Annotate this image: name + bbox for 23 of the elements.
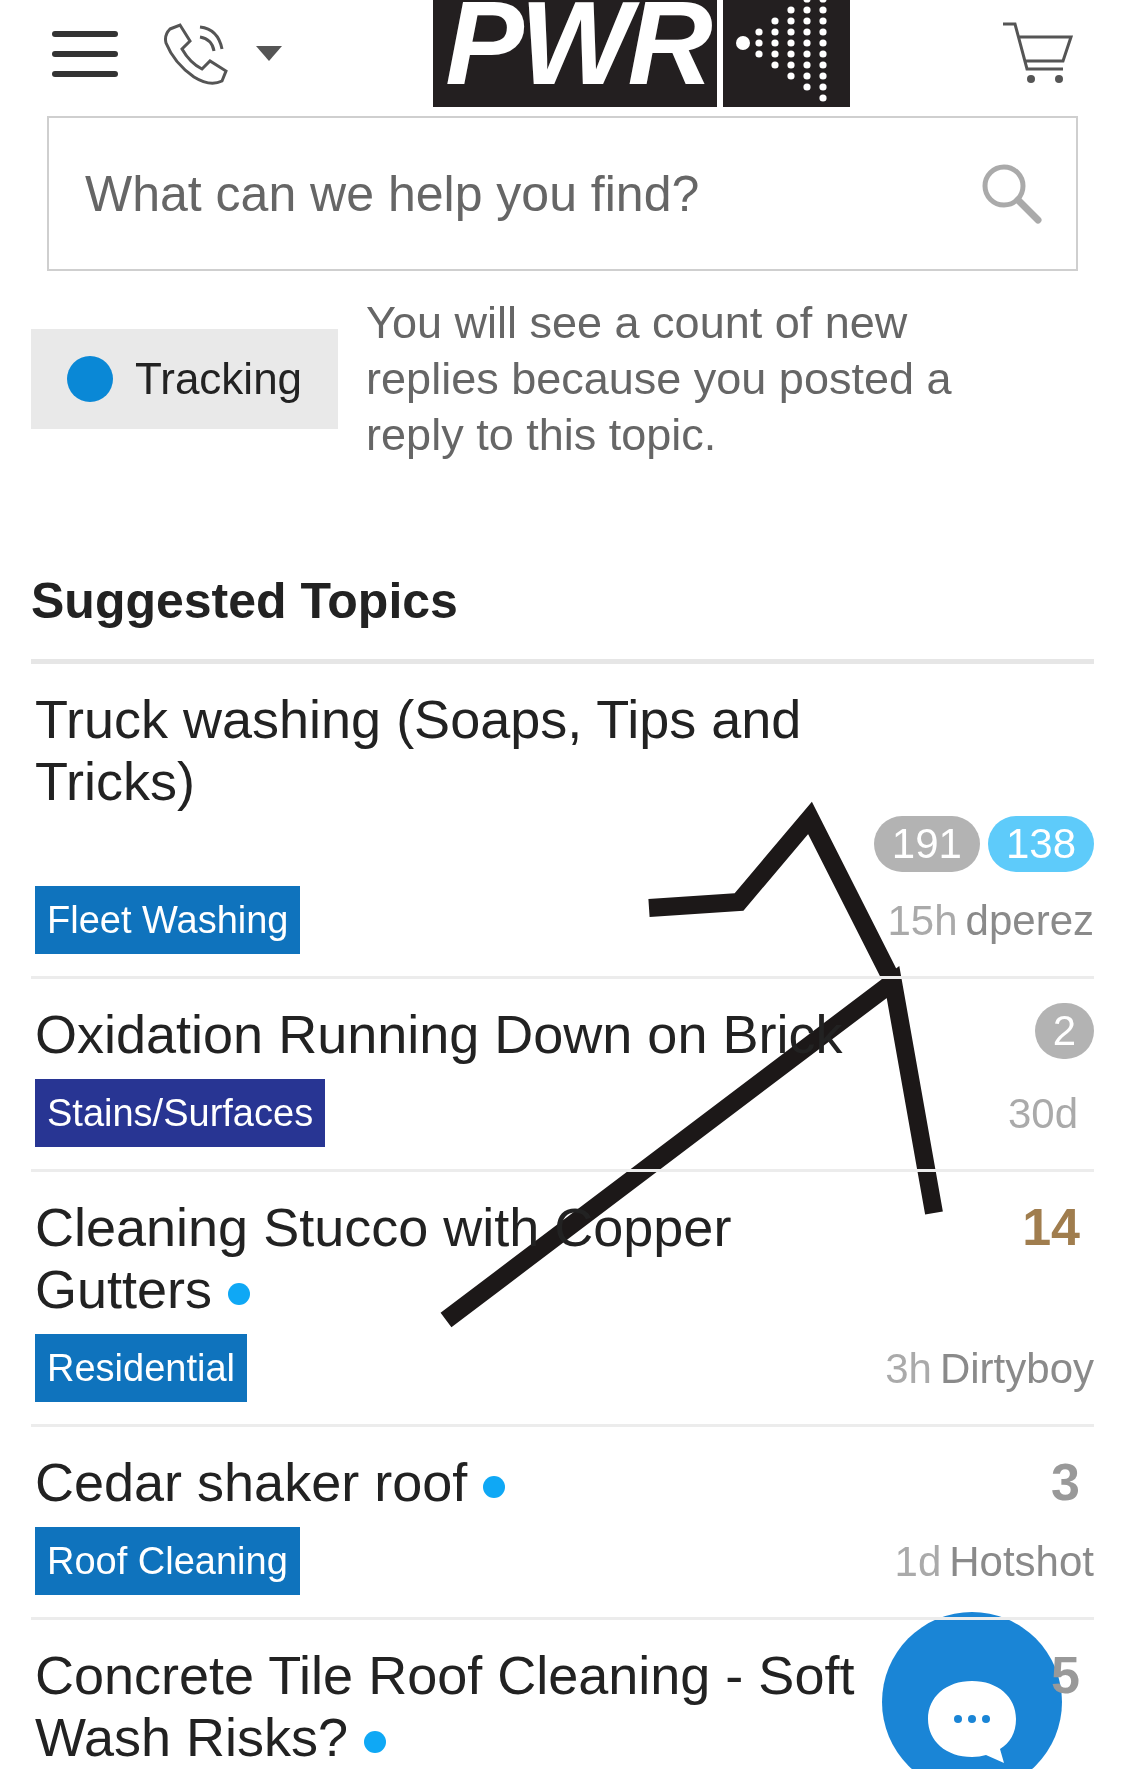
tracking-description: You will see a count of new replies because you posted a reply to this topic. bbox=[366, 296, 953, 462]
post-count: 3 bbox=[1051, 1452, 1081, 1513]
topic-user[interactable]: Hotshot bbox=[949, 1529, 1094, 1593]
topic-title[interactable]: Concrete Tile Roof Cleaning - Soft Wash Risks? bbox=[35, 1644, 865, 1768]
post-count: 14 bbox=[1022, 1197, 1081, 1258]
category-tag[interactable]: Stains/Surfaces bbox=[35, 1079, 326, 1147]
category-tag[interactable]: Fleet Washing bbox=[35, 886, 301, 954]
caret-icon[interactable] bbox=[256, 45, 282, 62]
tracking-label: Tracking bbox=[135, 353, 303, 405]
topic-user[interactable]: dperez bbox=[965, 888, 1094, 952]
tracking-button[interactable]: Tracking bbox=[31, 329, 339, 429]
topic-title[interactable]: Truck washing (Soaps, Tips and Tricks) bbox=[35, 688, 865, 812]
topic-age: 3h bbox=[885, 1343, 932, 1394]
topic-title[interactable]: Cedar shaker roof bbox=[35, 1451, 506, 1513]
section-heading: Suggested Topics bbox=[31, 572, 459, 631]
category-tag[interactable]: Roof Cleaning bbox=[35, 1527, 300, 1595]
category-tag[interactable]: Residential bbox=[35, 1334, 247, 1402]
topic-age: 1d bbox=[894, 1536, 942, 1587]
topic-age: 15h bbox=[887, 895, 958, 946]
menu-icon[interactable] bbox=[52, 29, 118, 78]
topic-age: 30d bbox=[1007, 1088, 1078, 1139]
search-field[interactable]: What can we help you find? bbox=[47, 116, 1078, 271]
topic-user[interactable]: Dirtyboy bbox=[939, 1336, 1094, 1400]
